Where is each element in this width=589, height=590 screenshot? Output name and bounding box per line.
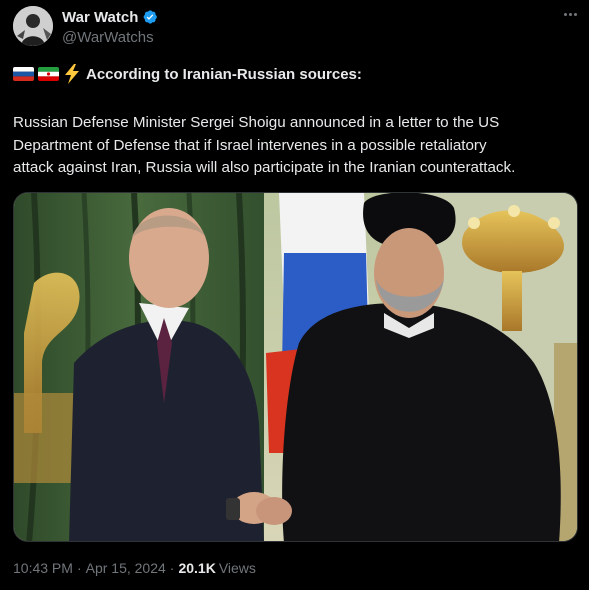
tweet-date[interactable]: Apr 15, 2024 [86,560,166,576]
tweet-footer: 10:43 PM · Apr 15, 2024 · 20.1K Views [13,560,256,576]
views-label: Views [218,560,256,576]
avatar[interactable] [13,6,53,46]
iran-flag-icon [38,67,59,81]
tweet-time[interactable]: 10:43 PM [13,560,73,576]
separator: · [76,560,82,576]
display-name[interactable]: War Watch [62,9,138,26]
russia-flag-icon [13,67,34,81]
avatar-illustration [13,6,53,46]
more-options-icon[interactable] [559,6,581,22]
tweet-text-line: Department of Defense that if Israel int… [13,136,487,154]
separator: · [169,560,175,576]
tweet: War Watch @WarWatchs According to Irania… [0,0,589,590]
lightning-bolt-icon [63,64,81,84]
user-handle[interactable]: @WarWatchs [62,29,154,46]
headline: According to Iranian-Russian sources: [13,63,362,85]
tweet-text: Russian Defense Minister Sergei Shoigu a… [13,112,578,180]
verified-badge-icon [142,9,158,25]
tweet-text-line: attack against Iran, Russia will also pa… [13,159,516,176]
tweet-media-photo[interactable] [13,192,578,542]
views-count[interactable]: 20.1K [178,560,215,576]
headline-text: According to Iranian-Russian sources: [86,65,362,83]
photo [14,193,577,541]
tweet-text-line: Russian Defense Minister Sergei Shoigu a… [13,114,500,131]
